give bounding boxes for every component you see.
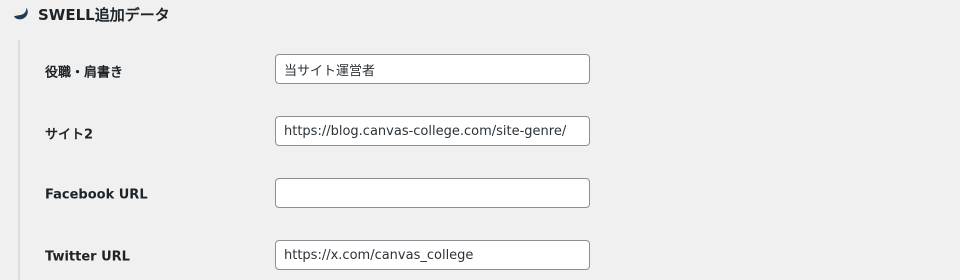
field-row-site2: サイト2 — [20, 116, 960, 150]
swell-logo-icon — [12, 6, 30, 22]
twitter-url-input[interactable] — [275, 240, 590, 270]
field-row-title: 役職・肩書き — [20, 54, 960, 88]
site2-input[interactable] — [275, 116, 590, 146]
field-row-twitter: Twitter URL — [20, 240, 960, 274]
facebook-url-input[interactable] — [275, 178, 590, 208]
title-label: 役職・肩書き — [45, 65, 124, 81]
site2-label: サイト2 — [45, 127, 94, 143]
section-title: SWELL追加データ — [38, 5, 170, 24]
title-input[interactable] — [275, 54, 590, 84]
twitter-url-label: Twitter URL — [45, 249, 130, 265]
field-row-facebook: Facebook URL — [20, 178, 960, 212]
section-header: SWELL追加データ — [12, 2, 170, 26]
facebook-url-label: Facebook URL — [45, 187, 148, 203]
section-body: 役職・肩書き サイト2 Facebook URL Twitter URL — [18, 40, 960, 280]
